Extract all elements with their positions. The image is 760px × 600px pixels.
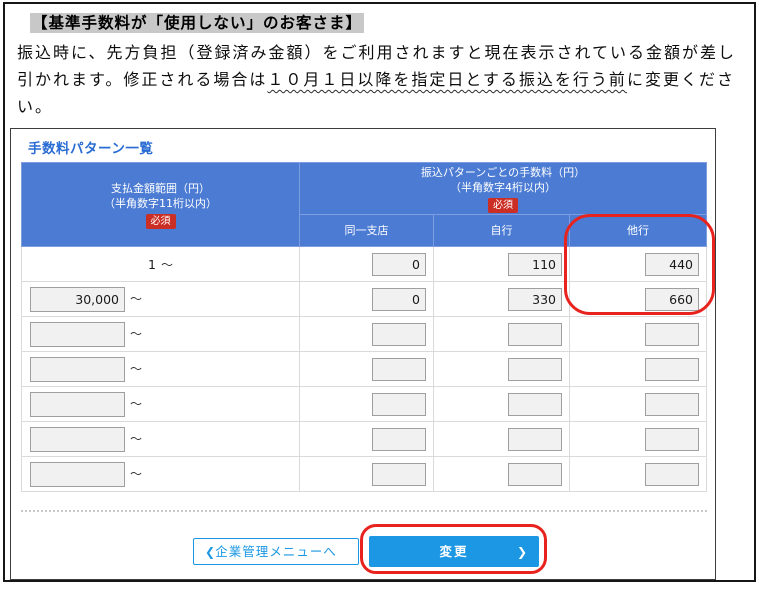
fee-cell-other-bank: [568, 386, 708, 422]
page-title-highlight: 【基準手数料が「使用しない」のお客さま】: [30, 13, 365, 33]
footer-divider: [21, 510, 707, 512]
fee-cell-same-branch: [299, 281, 434, 317]
fee-cell-other-bank: [568, 456, 708, 492]
fee-cell-own-bank: [433, 421, 570, 457]
back-button[interactable]: ❮ 企業管理メニューへ: [193, 538, 359, 565]
required-badge: 必須: [488, 197, 518, 213]
fee-input-same-branch[interactable]: [372, 392, 426, 416]
fee-input-same-branch[interactable]: [372, 322, 426, 346]
col-header-other-bank: 他行: [568, 214, 708, 247]
fee-input-same-branch[interactable]: [372, 287, 426, 311]
fee-input-other-bank[interactable]: [645, 427, 700, 451]
table-row: ～: [21, 316, 708, 352]
tilde-text: ～: [130, 466, 143, 481]
fee-input-other-bank[interactable]: [645, 357, 700, 381]
fee-cell-own-bank: [433, 316, 570, 352]
range-input[interactable]: [30, 426, 125, 452]
fee-input-own-bank[interactable]: [508, 462, 562, 486]
range-input[interactable]: [30, 391, 125, 417]
fee-input-same-branch[interactable]: [372, 427, 426, 451]
col-header-own-bank: 自行: [433, 214, 570, 247]
fee-input-other-bank[interactable]: [645, 392, 700, 416]
fee-cell-own-bank: [433, 246, 570, 282]
fee-cell-own-bank: [433, 281, 570, 317]
table-row: ～: [21, 456, 708, 492]
fee-cell-own-bank: [433, 351, 570, 387]
fee-input-own-bank[interactable]: [508, 252, 562, 276]
range-cell: ～: [21, 421, 300, 457]
fee-cell-other-bank: [568, 281, 708, 317]
tilde-text: ～: [160, 257, 173, 272]
payment-range-header-line2: （半角数字11桁以内）: [104, 196, 217, 210]
fee-input-own-bank[interactable]: [508, 392, 562, 416]
fee-pattern-panel: 手数料パターン一覧 支払金額範囲（円） （半角数字11桁以内） 必須 振込パター…: [10, 128, 716, 580]
fee-cell-same-branch: [299, 246, 434, 282]
range-cell: 1 ～: [21, 246, 300, 282]
tilde-text: ～: [130, 291, 143, 306]
payment-range-header-line1: 支払金額範囲（円）: [111, 181, 210, 195]
fee-input-other-bank[interactable]: [645, 322, 700, 346]
fee-input-same-branch[interactable]: [372, 357, 426, 381]
fee-cell-other-bank: [568, 421, 708, 457]
fee-per-pattern-header-line2: （半角数字4桁以内）: [450, 180, 556, 194]
table-header-row-main: 支払金額範囲（円） （半角数字11桁以内） 必須 振込パターンごとの手数料（円）…: [21, 162, 708, 247]
chevron-left-icon: ❮: [205, 545, 216, 559]
page-title: 【基準手数料が「使用しない」のお客さま】: [30, 11, 365, 33]
fee-cell-same-branch: [299, 456, 434, 492]
fee-cell-same-branch: [299, 316, 434, 352]
fee-input-other-bank[interactable]: [645, 287, 700, 311]
submit-button-label: 変更: [439, 544, 469, 559]
tilde-text: ～: [130, 326, 143, 341]
fee-cell-other-bank: [568, 246, 708, 282]
chevron-right-icon: ❯: [516, 545, 527, 559]
fee-per-pattern-header: 振込パターンごとの手数料（円） （半角数字4桁以内） 必須: [298, 162, 708, 215]
intro-paragraph: 振込時に、先方負担（登録済み金額）をご利用されますと現在表示されている金額が差し…: [17, 39, 745, 120]
panel-title: 手数料パターン一覧: [28, 141, 154, 157]
fee-input-own-bank[interactable]: [508, 287, 562, 311]
range-cell: ～: [21, 386, 300, 422]
back-button-label: 企業管理メニューへ: [215, 544, 337, 559]
col-header-same-branch: 同一支店: [299, 214, 434, 247]
range-cell: ～: [21, 456, 300, 492]
fee-per-pattern-header-line1: 振込パターンごとの手数料（円）: [420, 165, 586, 179]
range-cell: ～: [21, 351, 300, 387]
range-cell: ～: [21, 281, 300, 317]
required-badge: 必須: [145, 213, 176, 229]
fee-cell-own-bank: [433, 456, 570, 492]
table-row: ～: [21, 281, 708, 317]
fee-cell-other-bank: [568, 351, 708, 387]
table-row: ～: [21, 421, 708, 457]
range-text: 1: [148, 256, 156, 272]
tilde-text: ～: [130, 396, 143, 411]
fee-cell-same-branch: [299, 386, 434, 422]
range-input[interactable]: [30, 356, 125, 382]
fee-input-same-branch[interactable]: [372, 252, 426, 276]
tilde-text: ～: [130, 361, 143, 376]
fee-input-other-bank[interactable]: [645, 462, 700, 486]
tilde-text: ～: [130, 431, 143, 446]
range-input[interactable]: [30, 286, 125, 312]
page: 【基準手数料が「使用しない」のお客さま】 振込時に、先方負担（登録済み金額）をご…: [0, 0, 760, 600]
range-input[interactable]: [30, 321, 125, 347]
fee-table: 支払金額範囲（円） （半角数字11桁以内） 必須 振込パターンごとの手数料（円）…: [21, 162, 708, 492]
table-row: 1 ～: [21, 246, 708, 282]
fee-input-own-bank[interactable]: [508, 322, 562, 346]
fee-input-own-bank[interactable]: [508, 427, 562, 451]
fee-input-own-bank[interactable]: [508, 357, 562, 381]
range-cell: ～: [21, 316, 300, 352]
submit-button[interactable]: 変更 ❯: [369, 536, 539, 567]
fee-cell-same-branch: [299, 351, 434, 387]
intro-text-underlined: １０月１日以降を指定日とする振込を行う前: [267, 70, 627, 89]
fee-cell-other-bank: [568, 316, 708, 352]
payment-range-header: 支払金額範囲（円） （半角数字11桁以内） 必須: [21, 162, 300, 247]
fee-cell-same-branch: [299, 421, 434, 457]
fee-cell-own-bank: [433, 386, 570, 422]
range-input[interactable]: [30, 461, 125, 487]
fee-input-other-bank[interactable]: [645, 252, 700, 276]
table-row: ～: [21, 386, 708, 422]
fee-input-same-branch[interactable]: [372, 462, 426, 486]
table-row: ～: [21, 351, 708, 387]
